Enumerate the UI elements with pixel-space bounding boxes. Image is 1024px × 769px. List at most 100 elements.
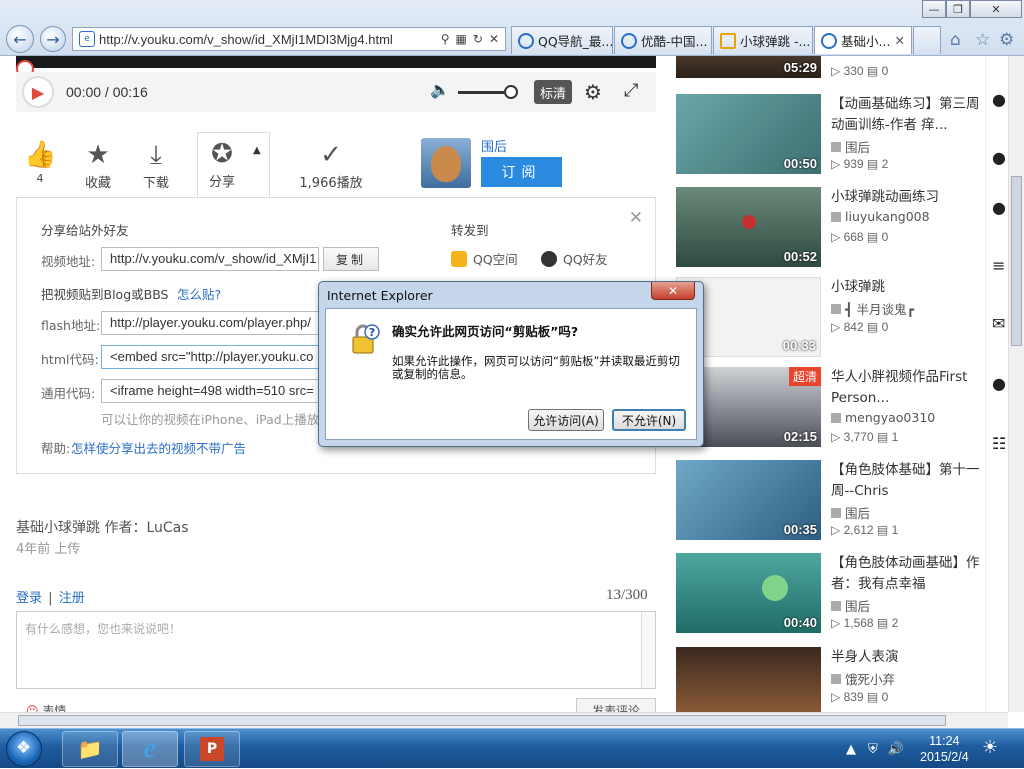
copy-button[interactable]: 复制	[323, 247, 379, 271]
tab-search-result[interactable]: 小球弹跳 -...	[713, 26, 813, 54]
play-button[interactable]: ▶	[22, 76, 54, 108]
video-author[interactable]: mengyao0310	[831, 410, 935, 425]
vertical-scrollbar[interactable]	[1008, 56, 1024, 712]
register-link[interactable]: 注册	[59, 591, 85, 606]
recommendation-item[interactable]: 05:29 ▷ 330 ▤ 0	[676, 56, 986, 82]
how-to-link[interactable]: 怎么贴?	[177, 284, 221, 303]
video-author[interactable]: 饿死小弃	[831, 669, 895, 688]
recommendation-item[interactable]: 00:35 【角色肢体基础】第十一周--Chris 围后 ▷ 2,612 ▤ 1	[676, 460, 986, 542]
horizontal-scrollbar[interactable]	[0, 712, 1008, 728]
allow-access-button[interactable]: 允许访问(A)	[528, 409, 604, 431]
speaker-icon[interactable]: 🔊	[888, 742, 904, 757]
tab-close-icon[interactable]: ✕	[895, 33, 905, 48]
subscribe-button[interactable]: 订阅	[481, 157, 562, 187]
tab-qq-nav[interactable]: QQ导航_最...	[511, 26, 613, 54]
tab-youku-home[interactable]: 优酷-中国...	[614, 26, 712, 54]
fullscreen-icon[interactable]: ⤢	[624, 80, 638, 101]
recommendation-item[interactable]: 半身人表演 饿死小弃 ▷ 839 ▤ 0	[676, 647, 986, 712]
home-icon[interactable]: ⌂	[950, 30, 961, 50]
video-thumbnail[interactable]: 00:50	[676, 94, 821, 174]
compatibility-icon[interactable]: ▦	[456, 32, 467, 46]
video-progress-track[interactable]	[16, 56, 656, 68]
taskbar-ie[interactable]: e	[122, 731, 178, 767]
show-desktop-icon[interactable]: ☀	[982, 737, 998, 758]
volume-handle[interactable]	[504, 85, 518, 99]
video-author[interactable]: 围后	[831, 503, 870, 522]
settings-gear-icon[interactable]: ⚙	[584, 80, 602, 104]
restore-button[interactable]: ❐	[946, 0, 970, 18]
cart-icon[interactable]: ☷	[992, 434, 1006, 453]
video-author[interactable]: ┫ 半月谈鬼┏	[831, 299, 914, 318]
shield-icon[interactable]: ⛨	[868, 742, 878, 757]
quality-button[interactable]: 标清	[534, 80, 573, 104]
forward-button[interactable]: →	[40, 26, 66, 52]
html-code-field[interactable]: <embed src="http://player.youku.co	[101, 345, 323, 369]
stop-icon[interactable]: ✕	[489, 32, 499, 46]
side-icon[interactable]: ●	[992, 198, 1006, 217]
video-title-link[interactable]: 小球弹跳动画练习	[831, 187, 981, 208]
video-title-link[interactable]: 半身人表演	[831, 647, 981, 668]
video-title-link[interactable]: 【动画基础练习】第三周动画训练-作者 痒...	[831, 94, 981, 136]
side-icon[interactable]: ●	[992, 90, 1006, 109]
video-thumbnail[interactable]: 00:35	[676, 460, 821, 540]
uploader-name[interactable]: 围后	[481, 136, 507, 155]
video-thumbnail[interactable]	[676, 647, 821, 712]
back-button[interactable]: ←	[6, 25, 34, 53]
download-button[interactable]: ⤓ 下载	[138, 140, 174, 191]
horizontal-scroll-thumb[interactable]	[18, 715, 946, 726]
uploader-avatar[interactable]	[421, 138, 471, 188]
new-tab-button[interactable]	[913, 26, 941, 54]
share-qqfriend[interactable]: QQ好友	[541, 249, 608, 268]
recommendation-item[interactable]: 00:50 【动画基础练习】第三周动画训练-作者 痒... 围后 ▷ 939 ▤…	[676, 94, 986, 176]
window-close-button[interactable]: ✕	[970, 0, 1022, 18]
dialog-close-button[interactable]: ✕	[651, 282, 695, 300]
clock[interactable]: 11:24 2015/2/4	[920, 733, 969, 765]
video-title-link[interactable]: 【角色肢体基础】第十一周--Chris	[831, 460, 981, 502]
video-url-field[interactable]: http://v.youku.com/v_show/id_XMjI1	[101, 247, 319, 271]
volume-slider[interactable]	[458, 91, 510, 94]
share-qzone[interactable]: QQ空间	[451, 249, 518, 268]
flash-url-field[interactable]: http://player.youku.com/player.php/	[101, 311, 323, 335]
vertical-scroll-thumb[interactable]	[1011, 176, 1022, 346]
emoji-button[interactable]: ☺ 表情	[26, 702, 66, 712]
login-link[interactable]: 登录	[16, 591, 42, 606]
recommendation-item[interactable]: 超清 02:15 华人小胖视频作品First Person... mengyao0…	[676, 367, 986, 449]
submit-comment-button[interactable]: 发表评论	[576, 698, 656, 712]
address-bar[interactable]: e http://v.youku.com/v_show/id_XMjI1MDI3…	[72, 27, 506, 51]
mail-icon[interactable]: ✉	[992, 314, 1005, 333]
deny-access-button[interactable]: 不允许(N)	[612, 409, 686, 431]
collect-button[interactable]: ★ 收藏	[80, 140, 116, 191]
comment-scrollbar[interactable]	[641, 612, 655, 688]
generic-code-field[interactable]: <iframe height=498 width=510 src=	[101, 379, 323, 403]
recommendation-item[interactable]: 00:33 小球弹跳 ┫ 半月谈鬼┏ ▷ 842 ▤ 0	[676, 277, 986, 359]
video-thumbnail[interactable]: 00:52	[676, 187, 821, 267]
video-title-link[interactable]: 华人小胖视频作品First Person...	[831, 367, 981, 409]
side-icon[interactable]: ●	[992, 148, 1006, 167]
video-author[interactable]: 围后	[831, 137, 870, 156]
video-thumbnail[interactable]: 05:29	[676, 56, 821, 78]
video-title-link[interactable]: 【角色肢体动画基础】作者：我有点幸福	[831, 553, 981, 595]
help-link[interactable]: 怎样使分享出去的视频不带广告	[71, 438, 246, 457]
recommendation-item[interactable]: 00:40 【角色肢体动画基础】作者：我有点幸福 围后 ▷ 1,568 ▤ 2	[676, 553, 986, 635]
video-title-link[interactable]: 小球弹跳	[831, 277, 981, 298]
share-tab[interactable]: ✪ 分享 ▲	[197, 132, 270, 198]
share-button[interactable]: ✪ 分享	[202, 139, 242, 190]
side-icon[interactable]: ≡	[992, 256, 1005, 275]
video-thumbnail[interactable]: 00:40	[676, 553, 821, 633]
share-close-icon[interactable]: ✕	[629, 208, 643, 228]
side-icon[interactable]: ●	[992, 374, 1006, 393]
volume-icon[interactable]: 🔈	[430, 80, 450, 99]
minimize-button[interactable]: —	[922, 0, 946, 18]
tray-expand-icon[interactable]: ▲	[846, 742, 856, 757]
recommendation-item[interactable]: 00:52 小球弹跳动画练习 liuyukang008 ▷ 668 ▤ 0	[676, 187, 986, 269]
comment-input[interactable]: 有什么感想，您也来说说吧！	[16, 611, 656, 689]
search-icon[interactable]: ⚲	[441, 32, 450, 46]
start-button[interactable]: ❖	[6, 731, 42, 767]
video-author[interactable]: 围后	[831, 596, 870, 615]
tab-current-video[interactable]: 基础小... ✕	[814, 26, 912, 54]
refresh-icon[interactable]: ↻	[473, 32, 483, 46]
taskbar-explorer[interactable]: 📁	[62, 731, 118, 767]
taskbar-powerpoint[interactable]: P	[184, 731, 240, 767]
like-button[interactable]: 👍 4	[24, 140, 56, 185]
favorites-star-icon[interactable]: ☆	[975, 30, 990, 50]
